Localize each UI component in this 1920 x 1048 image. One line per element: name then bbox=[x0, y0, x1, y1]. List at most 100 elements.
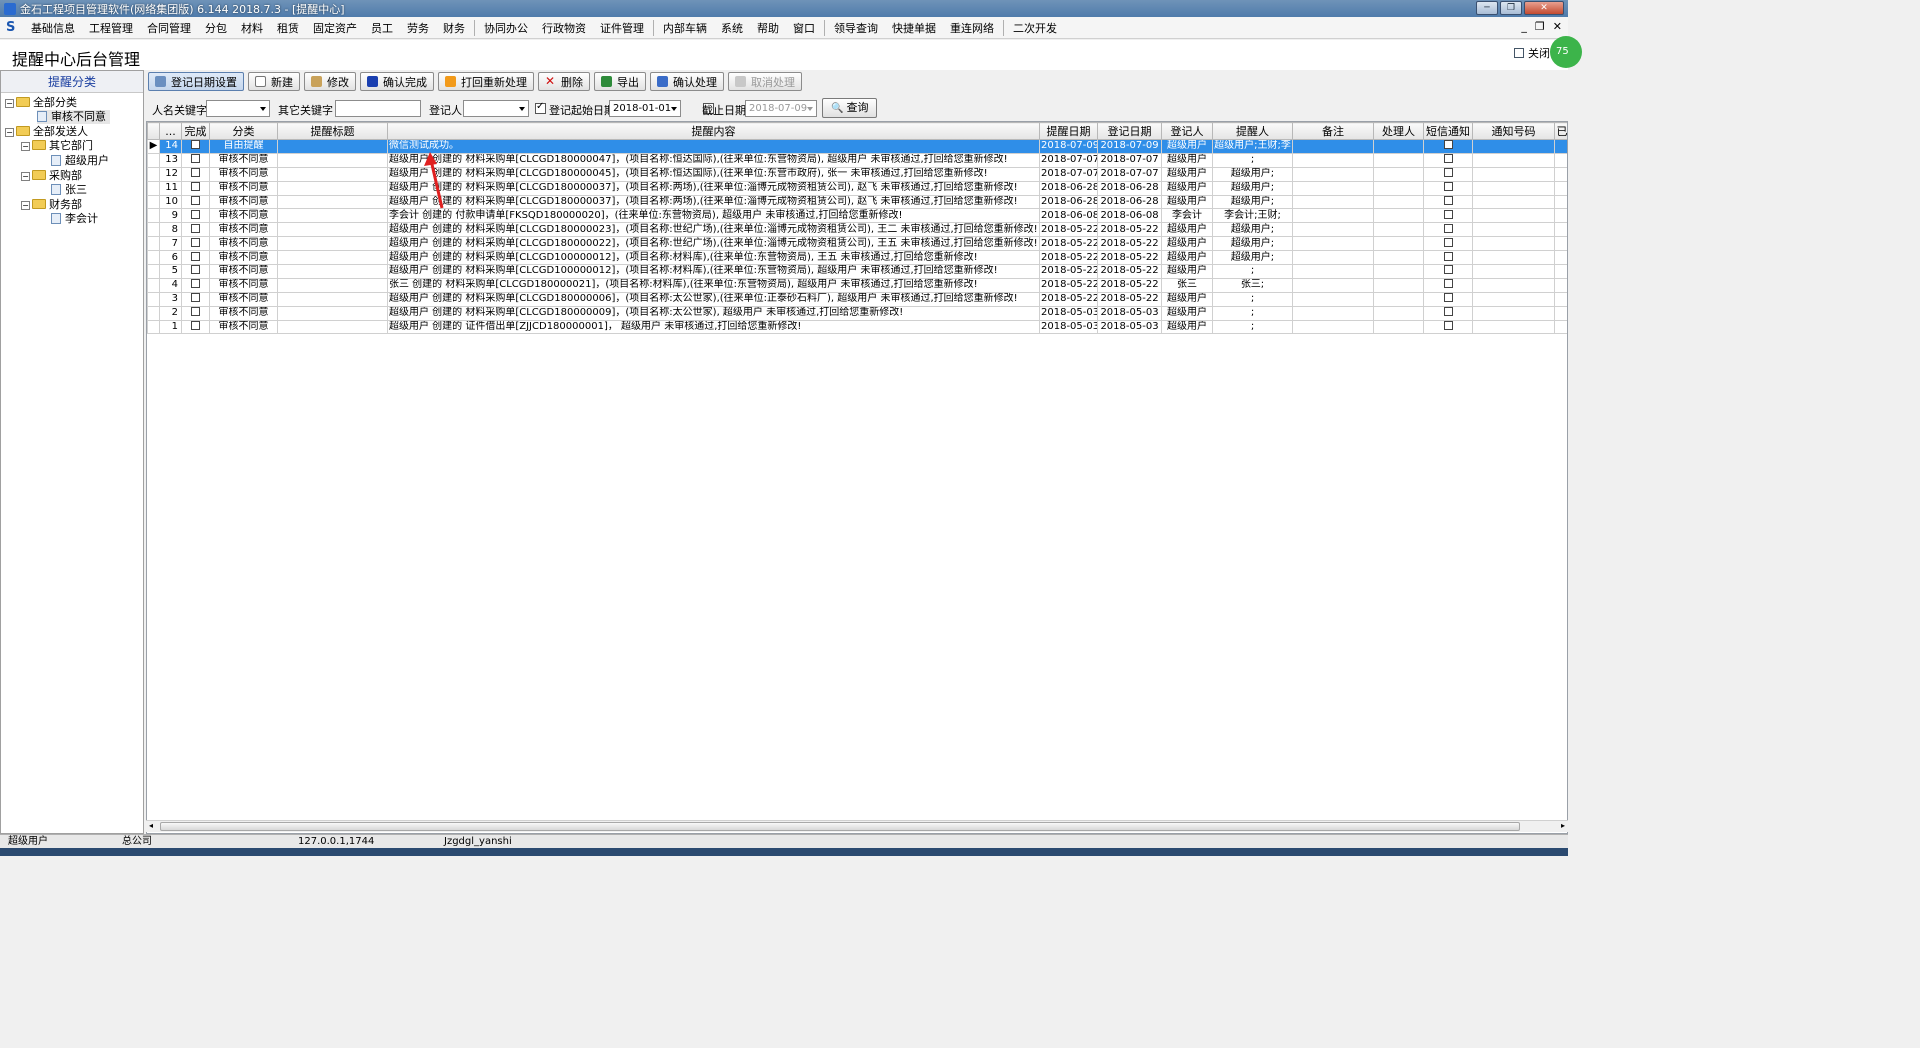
menu-secondary-dev[interactable]: 二次开发 bbox=[1006, 20, 1064, 36]
collapse-icon[interactable]: − bbox=[5, 99, 14, 108]
table-row[interactable]: 4 审核不同意 张三 创建的 材料采购单[CLCGD180000021]，(项目名称… bbox=[147, 277, 1567, 293]
row-checkbox[interactable] bbox=[1443, 279, 1453, 289]
collapse-icon[interactable]: − bbox=[5, 128, 14, 137]
column-header-category[interactable]: 分类 bbox=[209, 122, 278, 140]
menu-help[interactable]: 帮助 bbox=[750, 20, 786, 36]
cell-done[interactable] bbox=[181, 166, 210, 182]
table-row[interactable]: 9 审核不同意 李会计 创建的 付款申请单[FKSQD180000020]，(往来单… bbox=[147, 208, 1567, 224]
confirm-handle-button[interactable]: 确认处理 bbox=[650, 72, 724, 91]
menu-basic-info[interactable]: 基础信息 bbox=[24, 20, 82, 36]
cell-sms[interactable] bbox=[1423, 250, 1473, 266]
start-date-checkbox[interactable] bbox=[535, 101, 546, 114]
edit-button[interactable]: 修改 bbox=[304, 72, 356, 91]
cell-done[interactable] bbox=[181, 236, 210, 252]
column-header-remind-date[interactable]: 提醒日期 bbox=[1039, 122, 1098, 140]
row-checkbox[interactable] bbox=[1443, 293, 1453, 303]
cell-done[interactable] bbox=[181, 305, 210, 321]
row-checkbox[interactable] bbox=[191, 154, 200, 164]
cell-sms[interactable] bbox=[1423, 208, 1473, 224]
cell-sms[interactable] bbox=[1423, 139, 1473, 154]
cell-sms[interactable] bbox=[1423, 305, 1473, 321]
cell-done[interactable] bbox=[181, 152, 210, 168]
horizontal-scrollbar[interactable]: ◂ ▸ bbox=[146, 820, 1568, 832]
menu-admin-supplies[interactable]: 行政物资 bbox=[535, 20, 593, 36]
tree-node-audit-reject[interactable]: 审核不同意 bbox=[37, 110, 110, 124]
column-header-content[interactable]: 提醒内容 bbox=[387, 122, 1040, 140]
column-header-sms[interactable]: 短信通知 bbox=[1423, 122, 1473, 140]
cell-sms[interactable] bbox=[1423, 166, 1473, 182]
row-checkbox[interactable] bbox=[191, 307, 200, 317]
table-row[interactable]: ▶ 14 自由提醒 微信测试成功。 2018-07-09 2018-07-09 超级用户 超级… bbox=[147, 139, 1567, 154]
row-checkbox[interactable] bbox=[191, 321, 200, 331]
column-header-done[interactable]: 完成 bbox=[181, 122, 210, 140]
mdi-minimize-button[interactable]: _ bbox=[1521, 20, 1527, 33]
row-checkbox[interactable] bbox=[191, 293, 200, 303]
name-keyword-select[interactable] bbox=[206, 100, 270, 117]
cell-done[interactable] bbox=[181, 277, 210, 293]
cell-sms[interactable] bbox=[1423, 319, 1473, 335]
tree-node-zhangsan[interactable]: 张三 bbox=[51, 183, 87, 197]
row-checkbox[interactable] bbox=[1443, 237, 1453, 247]
cell-sms[interactable] bbox=[1423, 264, 1473, 279]
cell-done[interactable] bbox=[181, 291, 210, 307]
tree-node-dept-finance[interactable]: − 财务部 bbox=[21, 198, 82, 212]
floating-status-badge[interactable]: 75 bbox=[1550, 36, 1582, 68]
table-row[interactable]: 11 审核不同意 超级用户 创建的 材料采购单[CLCGD180000037]，(项… bbox=[147, 180, 1567, 196]
row-checkbox[interactable] bbox=[1443, 182, 1453, 192]
menu-quick-forms[interactable]: 快捷单据 bbox=[885, 20, 943, 36]
table-row[interactable]: 1 审核不同意 超级用户 创建的 证件借出单[ZJJCD180000001]， 超级… bbox=[147, 319, 1567, 335]
cell-sms[interactable] bbox=[1423, 291, 1473, 307]
table-row[interactable]: 6 审核不同意 超级用户 创建的 材料采购单[CLCGD100000012]，(项目… bbox=[147, 250, 1567, 266]
scrollbar-thumb[interactable] bbox=[160, 822, 1520, 831]
close-page-button[interactable]: 关闭 bbox=[1514, 45, 1550, 61]
column-header-reg-date[interactable]: 登记日期 bbox=[1097, 122, 1162, 140]
menu-certificate-mgmt[interactable]: 证件管理 bbox=[593, 20, 651, 36]
row-checkbox[interactable] bbox=[1443, 154, 1453, 164]
table-row[interactable]: 10 审核不同意 超级用户 创建的 材料采购单[CLCGD180000037]，(项… bbox=[147, 194, 1567, 210]
menu-collab-office[interactable]: 协同办公 bbox=[477, 20, 535, 36]
cell-sms[interactable] bbox=[1423, 277, 1473, 293]
end-date-picker[interactable]: 2018-07-09 bbox=[745, 100, 817, 117]
collapse-icon[interactable]: − bbox=[21, 142, 30, 151]
new-button[interactable]: 新建 bbox=[248, 72, 300, 91]
table-row[interactable]: 5 审核不同意 超级用户 创建的 材料采购单[CLCGD100000012]，(项目… bbox=[147, 264, 1567, 279]
tree-node-super-user[interactable]: 超级用户 bbox=[51, 154, 109, 168]
tree-node-all-category[interactable]: − 全部分类 bbox=[5, 96, 77, 110]
row-checkbox[interactable] bbox=[1443, 265, 1453, 275]
start-date-picker[interactable]: 2018-01-01 bbox=[609, 100, 681, 117]
row-checkbox[interactable] bbox=[1443, 168, 1453, 178]
row-checkbox[interactable] bbox=[1443, 223, 1453, 233]
cell-sms[interactable] bbox=[1423, 152, 1473, 168]
row-checkbox[interactable] bbox=[191, 223, 200, 233]
cell-done[interactable] bbox=[181, 194, 210, 210]
row-checkbox[interactable] bbox=[1443, 251, 1453, 261]
menu-fixed-assets[interactable]: 固定资产 bbox=[306, 20, 364, 36]
row-checkbox[interactable] bbox=[1443, 307, 1453, 317]
export-button[interactable]: 导出 bbox=[594, 72, 646, 91]
cell-done[interactable] bbox=[181, 319, 210, 335]
menu-leader-query[interactable]: 领导查询 bbox=[827, 20, 885, 36]
confirm-done-button[interactable]: 确认完成 bbox=[360, 72, 434, 91]
return-redo-button[interactable]: 打回重新处理 bbox=[438, 72, 534, 91]
menu-reconnect[interactable]: 重连网络 bbox=[943, 20, 1001, 36]
column-header-registrant[interactable]: 登记人 bbox=[1161, 122, 1213, 140]
column-header-reminder[interactable]: 提醒人 bbox=[1212, 122, 1293, 140]
column-header-remark[interactable]: 备注 bbox=[1292, 122, 1374, 140]
cell-done[interactable] bbox=[181, 222, 210, 238]
cell-sms[interactable] bbox=[1423, 180, 1473, 196]
cell-sms[interactable] bbox=[1423, 222, 1473, 238]
row-checkbox[interactable] bbox=[191, 265, 200, 275]
column-header-phone[interactable]: 通知号码 bbox=[1472, 122, 1555, 140]
row-checkbox[interactable] bbox=[1443, 321, 1453, 331]
delete-button[interactable]: ✕ 删除 bbox=[538, 72, 590, 91]
table-row[interactable]: 7 审核不同意 超级用户 创建的 材料采购单[CLCGD180000022]，(项目… bbox=[147, 236, 1567, 252]
menu-window[interactable]: 窗口 bbox=[786, 20, 822, 36]
column-header-handler[interactable]: 处理人 bbox=[1373, 122, 1424, 140]
menu-system[interactable]: 系统 bbox=[714, 20, 750, 36]
column-header-title[interactable]: 提醒标题 bbox=[277, 122, 388, 140]
menu-finance[interactable]: 财务 bbox=[436, 20, 472, 36]
row-checkbox[interactable] bbox=[191, 279, 200, 289]
mdi-close-button[interactable]: ✕ bbox=[1553, 20, 1562, 33]
cell-sms[interactable] bbox=[1423, 194, 1473, 210]
column-header-index[interactable]: ... bbox=[159, 122, 182, 140]
